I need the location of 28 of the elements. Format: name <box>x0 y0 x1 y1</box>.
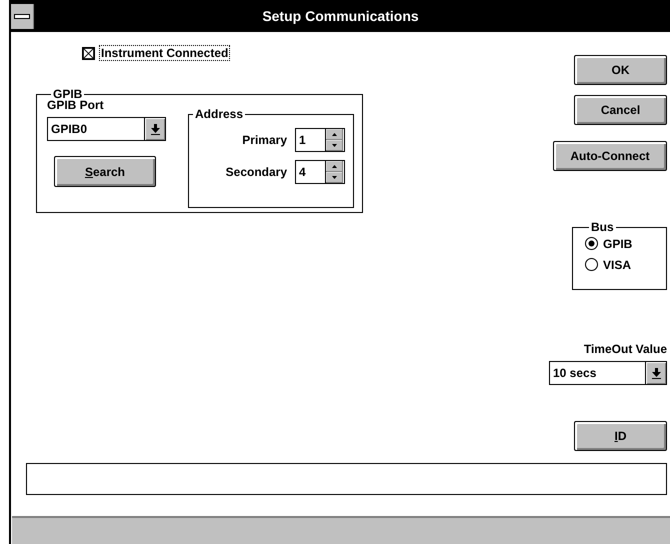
group-title: GPIB <box>53 88 82 100</box>
window-title: Setup Communications <box>261 8 420 24</box>
spin-down-icon[interactable] <box>326 140 343 151</box>
spin-down-icon[interactable] <box>326 172 343 183</box>
spin-up-icon[interactable] <box>326 161 343 172</box>
port-dropdown[interactable]: GPIB0 <box>47 117 166 141</box>
field-label: GPIB Port <box>47 98 105 113</box>
field-label: TimeOut Value <box>584 342 667 356</box>
spin-up-icon[interactable] <box>326 129 343 140</box>
id-button[interactable]: ID <box>574 421 667 451</box>
dialog-button[interactable]: Cancel <box>574 95 667 125</box>
dialog-button[interactable]: OK <box>574 55 667 85</box>
radio-button[interactable] <box>585 258 598 271</box>
field-label: Secondary <box>226 165 287 179</box>
radio-label[interactable]: GPIB <box>603 236 632 250</box>
checkbox-label[interactable]: Instrument Connected <box>99 45 230 61</box>
system-menu-button[interactable] <box>11 4 34 28</box>
checkbox[interactable] <box>82 46 95 60</box>
group-title: Bus <box>590 221 615 233</box>
spin-field[interactable]: 4 <box>295 160 345 184</box>
radio-label[interactable]: VISA <box>603 258 632 272</box>
radio-button[interactable] <box>585 237 598 250</box>
timeout-dropdown[interactable]: 10 secs <box>549 361 667 385</box>
field-label: Primary <box>242 133 287 147</box>
group-title: Address <box>194 108 244 120</box>
spin-field[interactable]: 1 <box>295 128 345 152</box>
dialog-button[interactable]: Auto-Connect <box>553 141 667 171</box>
search-button[interactable]: Search <box>54 156 156 187</box>
